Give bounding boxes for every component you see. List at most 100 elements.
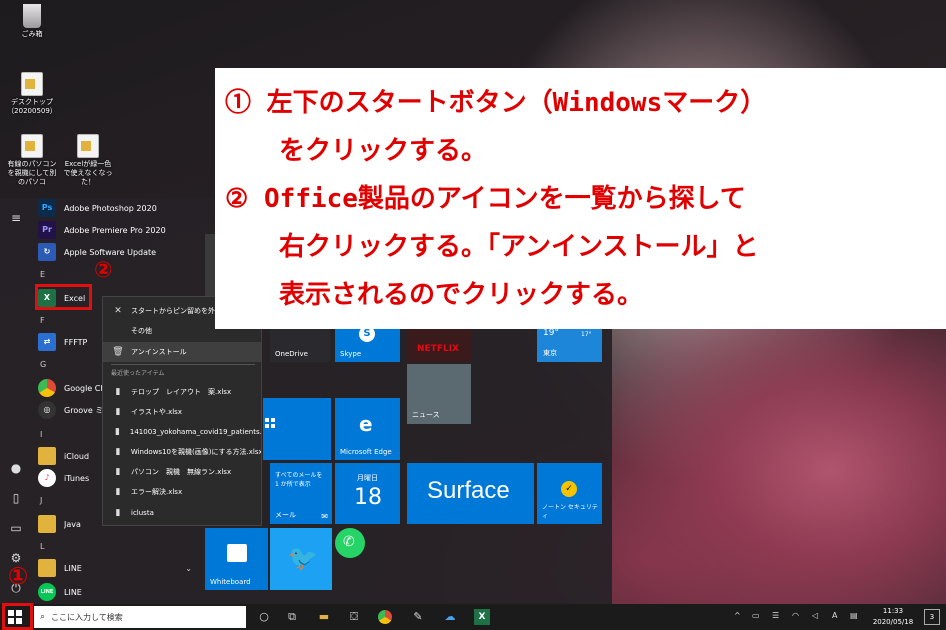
app-label: Apple Software Update <box>64 247 157 257</box>
document-icon: ▮ <box>115 447 121 457</box>
user-icon[interactable]: ● <box>8 460 24 476</box>
desktop-icon-label: Excelが緑一色で使えなくなった！ <box>63 160 113 186</box>
callout-line: ② Office製品のアイコンを一覧から探して <box>225 184 746 214</box>
recent-item[interactable]: ▮ iclusta <box>103 503 261 523</box>
cloud-icon[interactable]: ☁ <box>442 609 458 625</box>
recent-header: 最近使ったアイテム <box>111 370 165 377</box>
document-icon: ▮ <box>115 387 121 397</box>
calendar-date: 18 <box>354 485 382 510</box>
tile-whiteboard[interactable]: Whiteboard <box>205 528 268 590</box>
section-letter[interactable]: E <box>40 270 45 279</box>
documents-icon[interactable]: ▯ <box>8 490 24 506</box>
step-marker-2: ② <box>94 258 113 283</box>
recent-item[interactable]: ▮ 141003_yokohama_covid19_patients.c... <box>103 422 261 442</box>
section-letter[interactable]: G <box>40 360 46 369</box>
excel-icon[interactable]: X <box>474 609 490 625</box>
folder-icon <box>38 447 56 465</box>
menu-item-label: スタートからピン留めを外す <box>131 307 222 315</box>
chrome-icon[interactable] <box>378 610 392 624</box>
callout-line: 表示されるのでクリックする。 <box>279 280 644 310</box>
menu-item-label: その他 <box>131 327 152 335</box>
desktop-file-icon[interactable]: Excelが緑一色で使えなくなった！ <box>62 134 114 187</box>
itunes-icon: ♪ <box>38 469 56 487</box>
tile-label: ノートン セキュリティ <box>542 504 598 520</box>
app-item-premiere[interactable]: Pr Adobe Premiere Pro 2020 <box>38 220 206 240</box>
norton-icon: ✓ <box>561 481 577 497</box>
app-item-photoshop[interactable]: Ps Adobe Photoshop 2020 <box>38 198 206 218</box>
menu-item-uninstall[interactable]: 🗑 アンインストール <box>103 342 261 362</box>
battery-icon[interactable]: ▭ <box>752 611 760 620</box>
task-view-icon[interactable]: ⧉ <box>284 609 300 625</box>
file-explorer-icon[interactable]: ▬ <box>316 609 332 625</box>
tile-label: メール <box>275 511 296 519</box>
whatsapp-icon: ✆ <box>343 534 355 550</box>
desktop-folder-icon[interactable]: デスクトップ（20200509） <box>6 72 58 116</box>
desktop-file-icon[interactable]: 有線のパソコンを親機にして別のパソコ <box>6 134 58 187</box>
paint-icon[interactable]: ✎ <box>410 609 426 625</box>
document-icon <box>21 134 43 158</box>
divider <box>111 364 255 365</box>
callout-line: をクリックする。 <box>279 136 488 166</box>
clock[interactable]: 11:33 2020/05/18 <box>868 606 918 628</box>
tile-mail[interactable]: すべてのメールを 1 か所で表示 メール ✉ <box>270 463 332 524</box>
pictures-icon[interactable]: ▭ <box>8 520 24 536</box>
desktop-icon-label: ごみ箱 <box>21 30 43 38</box>
chevron-up-icon[interactable]: ^ <box>734 611 741 620</box>
section-letter[interactable]: L <box>40 542 44 551</box>
store-icon[interactable]: ⛋ <box>346 609 362 625</box>
network-icon[interactable]: ☰ <box>772 611 779 620</box>
edge-icon: e <box>359 412 373 436</box>
tile-office[interactable] <box>263 398 331 460</box>
recent-item[interactable]: ▮ イラストや.xlsx <box>103 402 261 422</box>
section-letter[interactable]: I <box>40 430 42 439</box>
wifi-icon[interactable]: ◠ <box>792 611 799 620</box>
app-label: iTunes <box>64 473 90 483</box>
recent-item[interactable]: ▮ Windows10を親機(画像)にする方法.xlsx <box>103 442 261 462</box>
tile-label: Skype <box>340 350 362 358</box>
tile-norton[interactable]: ✓ ノートン セキュリティ <box>537 463 602 524</box>
surface-logo: Surface <box>427 477 510 504</box>
tile-whatsapp[interactable]: ✆ <box>335 528 365 558</box>
section-letter[interactable]: F <box>40 316 45 325</box>
notification-icon[interactable]: 3 <box>924 609 940 625</box>
tile-label: ニュース <box>412 411 440 419</box>
tile-surface[interactable]: Surface <box>407 463 534 524</box>
tile-twitter[interactable]: 🐦 <box>270 528 332 590</box>
chevron-down-icon[interactable]: ⌄ <box>185 564 192 573</box>
weather-temp-low: 17° <box>581 331 592 338</box>
volume-icon[interactable]: ◁ <box>812 611 818 620</box>
start-rail: ≡ ● ▯ ▭ ⚙ ⏻ <box>0 198 32 604</box>
app-item-apple-update[interactable]: ↻ Apple Software Update <box>38 242 206 262</box>
start-highlight-box <box>2 603 33 630</box>
ime-indicator[interactable]: A <box>832 611 837 620</box>
recent-item-label: iclusta <box>131 509 154 517</box>
unpin-icon: ✕ <box>114 306 122 316</box>
recent-item[interactable]: ▮ パソコン 親機 無線ラン.xlsx <box>103 462 261 482</box>
hamburger-icon[interactable]: ≡ <box>8 210 24 226</box>
keyboard-icon[interactable]: ▤ <box>850 611 858 620</box>
callout-line: ① 左下のスタートボタン（Windowsマーク） <box>225 88 767 118</box>
tile-news[interactable]: ニュース <box>407 364 471 424</box>
tile-edge[interactable]: e Microsoft Edge <box>335 398 400 460</box>
weather-temp: 19° <box>543 328 559 338</box>
callout-line: 右クリックする。「アンインストール」と <box>279 232 759 262</box>
cortana-icon[interactable]: ○ <box>256 609 272 625</box>
folder-icon <box>38 559 56 577</box>
ftp-icon: ⇄ <box>38 333 56 351</box>
app-item-line[interactable]: LINE LINE <box>38 582 206 602</box>
recent-item[interactable]: ▮ テロップ レイアウト 案.xlsx <box>103 382 261 402</box>
netflix-logo: NETFLIX <box>417 344 459 354</box>
search-box[interactable]: ⌕ ここに入力して検索 <box>34 606 246 628</box>
desktop-icon-label: 有線のパソコンを親機にして別のパソコ <box>7 160 57 186</box>
app-label: iCloud <box>64 451 90 461</box>
step-marker-1: ① <box>8 562 29 590</box>
app-label: Adobe Photoshop 2020 <box>64 203 157 213</box>
tile-calendar[interactable]: 月曜日 18 <box>335 463 400 524</box>
clock-date: 2020/05/18 <box>872 618 914 626</box>
section-letter[interactable]: J <box>40 496 42 505</box>
recycle-bin-icon[interactable]: ごみ箱 <box>6 4 58 39</box>
whiteboard-icon <box>227 544 247 562</box>
document-icon: ▮ <box>115 407 121 417</box>
recent-item[interactable]: ▮ エラー解決.xlsx <box>103 482 261 502</box>
app-item-line-folder[interactable]: LINE ⌄ <box>38 558 206 578</box>
